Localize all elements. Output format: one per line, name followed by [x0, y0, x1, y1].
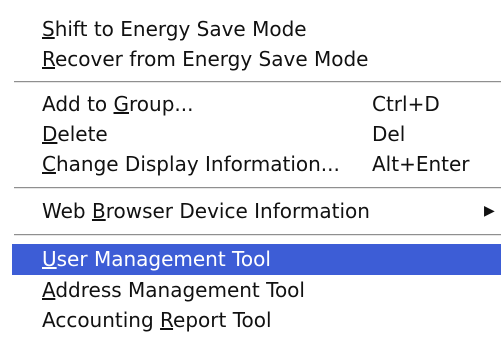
cutoff-header-text	[0, 0, 501, 4]
menu-item-label: Accounting Report Tool	[42, 308, 272, 332]
menu-item-user-management-tool[interactable]: User Management Tool	[12, 244, 501, 275]
menu-item-label: User Management Tool	[42, 247, 271, 271]
shortcut-label: Del	[372, 122, 406, 146]
menu-item-label: Change Display Information...	[42, 152, 340, 176]
menu-separator	[14, 81, 501, 83]
menu-item-label: Web Browser Device Information	[42, 199, 370, 223]
submenu-arrow-icon: ▶	[484, 203, 495, 219]
menu-item-accounting-report-tool[interactable]: Accounting Report Tool	[0, 305, 501, 336]
menu-item-address-management-tool[interactable]: Address Management Tool	[0, 275, 501, 306]
shortcut-label: Alt+Enter	[372, 152, 470, 176]
menu-item-add-to-group[interactable]: Add to Group... Ctrl+D	[0, 89, 501, 120]
context-menu: Shift to Energy Save Mode Recover from E…	[0, 0, 501, 338]
menu-item-change-display-information[interactable]: Change Display Information... Alt+Enter	[0, 149, 501, 180]
menu-item-label: Shift to Energy Save Mode	[42, 17, 307, 41]
menu-item-label: Address Management Tool	[42, 278, 305, 302]
menu-item-label: Delete	[42, 122, 108, 146]
shortcut-label: Ctrl+D	[372, 92, 440, 116]
menu-item-web-browser-device-information[interactable]: Web Browser Device Information ▶	[0, 196, 501, 227]
menu-separator	[14, 234, 501, 236]
menu-item-recover-from-energy-save[interactable]: Recover from Energy Save Mode	[0, 44, 501, 75]
menu-item-label: Recover from Energy Save Mode	[42, 47, 369, 71]
menu-item-delete[interactable]: Delete Del	[0, 119, 501, 150]
menu-item-label: Add to Group...	[42, 92, 194, 116]
menu-separator	[14, 187, 501, 189]
menu-item-shift-to-energy-save[interactable]: Shift to Energy Save Mode	[0, 14, 501, 45]
